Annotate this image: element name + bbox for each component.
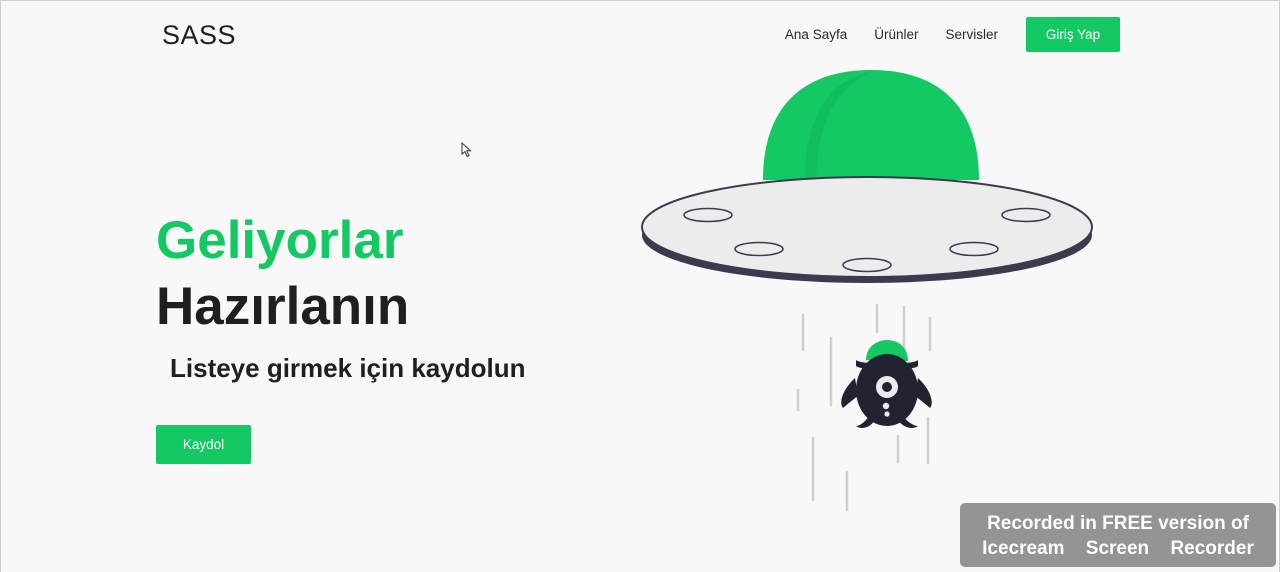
hero-title: Hazırlanın	[156, 277, 410, 336]
landing-page: SASS Ana Sayfa Ürünler Servisler Giriş Y…	[0, 0, 1280, 572]
ufo-alien-illustration-icon	[641, 70, 1093, 512]
watermark-line-1: Recorded in FREE version of	[987, 513, 1249, 534]
mouse-cursor-icon	[461, 142, 472, 158]
recorder-watermark: Recorded in FREE version of Icecream Scr…	[960, 503, 1276, 567]
nav-link-home[interactable]: Ana Sayfa	[785, 27, 847, 42]
hero-title-highlight: Geliyorlar	[156, 211, 404, 270]
site-logo[interactable]: SASS	[162, 19, 236, 51]
watermark-line-2: Icecream Screen Recorder	[982, 538, 1254, 559]
nav-link-services[interactable]: Servisler	[945, 27, 998, 42]
alien-character	[841, 340, 932, 428]
window-border-left	[0, 0, 1, 572]
window-border-top	[0, 0, 1280, 1]
nav-link-products[interactable]: Ürünler	[874, 27, 918, 42]
main-nav: Ana Sayfa Ürünler Servisler Giriş Yap	[785, 17, 1120, 52]
ufo-dome	[763, 70, 979, 180]
ufo-saucer	[641, 176, 1093, 283]
signup-button[interactable]: Kaydol	[156, 425, 251, 464]
hero-subtitle: Listeye girmek için kaydolun	[170, 353, 526, 383]
login-button[interactable]: Giriş Yap	[1026, 17, 1120, 52]
